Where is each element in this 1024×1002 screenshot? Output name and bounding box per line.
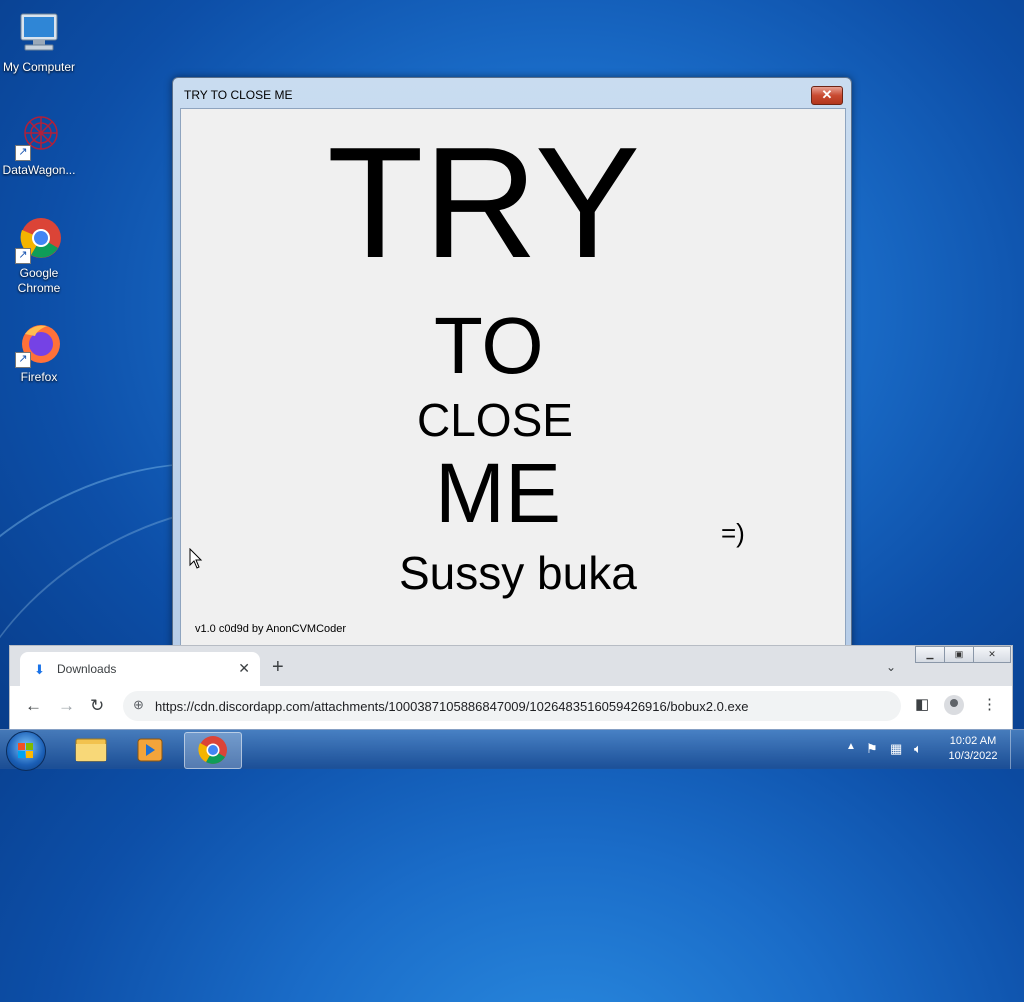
window-client-area: TRY TO CLOSE ME =) Sussy buka v1.0 c0d9d… [180,108,846,646]
desktop-icon-firefox[interactable]: ↗ Firefox [1,320,77,385]
reload-button[interactable]: ↻ [90,696,104,716]
smiley-text: =) [721,518,745,548]
desktop-icon-google-chrome[interactable]: ↗ Google Chrome [1,216,77,296]
chrome-icon [198,736,227,764]
taskbar-media-player[interactable] [122,732,178,767]
new-tab-button[interactable]: + [272,657,284,677]
windows-logo-icon [18,743,34,759]
tab-search-chevron-icon[interactable]: ⌄ [886,660,896,674]
minimize-button[interactable]: ▁ [915,646,945,663]
address-bar[interactable]: ⊕ https://cdn.discordapp.com/attachments… [123,691,901,721]
to-text: TO [434,301,544,390]
sussy-buka-text: Sussy buka [399,547,637,599]
browser-toolbar: ← → ↻ ⊕ https://cdn.discordapp.com/attac… [10,686,1012,729]
version-label: v1.0 c0d9d by AnonCVMCoder [195,623,347,635]
window-close-button[interactable]: ✕ [973,646,1011,663]
taskbar-explorer[interactable] [62,732,118,767]
try-to-close-me-window[interactable]: TRY TO CLOSE ME ✕ TRY TO CLOSE ME =) Sus… [172,77,852,653]
taskbar: ▲ ⚑ ▦ 🔈︎ 10:02 AM 10/3/2022 [0,729,1024,771]
chrome-window: ⬇ Downloads ✕ + ⌄ ▁ ▣ ✕ ← → ↻ ⊕ https://… [9,645,1013,730]
system-clock[interactable]: 10:02 AM 10/3/2022 [946,734,1000,764]
desktop-icon-my-computer[interactable]: My Computer [1,10,77,75]
volume-icon[interactable]: 🔈︎ [914,741,922,757]
close-button[interactable]: ✕ [811,86,843,105]
profile-avatar-icon[interactable] [944,695,964,715]
taskbar-chrome[interactable] [184,732,242,769]
desktop-icon-label: Google Chrome [17,266,61,295]
side-panel-icon[interactable]: ◧ [915,696,929,714]
try-text: TRY [327,115,641,291]
folder-icon [75,738,107,762]
restore-button[interactable]: ▣ [944,646,974,663]
shortcut-arrow-icon: ↗ [15,248,31,264]
tab-close-icon[interactable]: ✕ [238,660,250,677]
show-desktop-button[interactable] [1010,730,1024,769]
start-button[interactable] [6,731,46,771]
back-button[interactable]: ← [25,696,42,716]
url-text[interactable]: https://cdn.discordapp.com/attachments/1… [155,699,748,714]
firefox-icon: ↗ [15,320,63,368]
close-text: CLOSE [417,394,573,446]
shortcut-arrow-icon: ↗ [15,352,31,368]
forward-button[interactable]: → [58,696,75,716]
datawagon-icon: ↗ [15,113,63,161]
mouse-cursor-icon [189,548,203,569]
tab-label: Downloads [57,662,117,676]
clock-date: 10/3/2022 [948,750,998,762]
media-player-icon [137,738,163,762]
show-hidden-icons-icon[interactable]: ▲ [846,741,856,752]
desktop-icon-label: DataWagon... [2,163,76,177]
me-text: ME [435,446,561,540]
network-icon[interactable]: ▦ [890,741,902,757]
action-center-icon[interactable]: ⚑ [866,741,878,757]
download-icon: ⬇ [34,662,45,677]
clock-time: 10:02 AM [949,735,997,747]
menu-button[interactable]: ⋮ [982,696,997,714]
chrome-icon: ↗ [15,216,63,264]
site-info-icon[interactable]: ⊕ [133,697,144,713]
desktop-icon-label: Firefox [20,370,58,384]
shortcut-arrow-icon: ↗ [15,145,31,161]
desktop-icon-label: My Computer [2,60,76,74]
window-title: TRY TO CLOSE ME [184,88,293,102]
tab-downloads[interactable]: ⬇ Downloads ✕ [20,652,260,686]
desktop-icon-datawagon[interactable]: ↗ DataWagon... [1,113,77,178]
computer-icon [15,10,63,58]
